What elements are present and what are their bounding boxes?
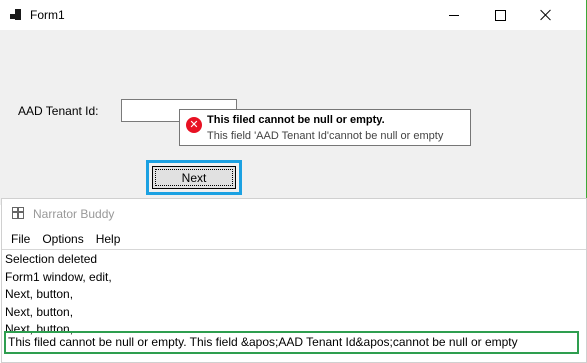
error-icon: ✕ (186, 117, 202, 133)
validation-tooltip: ✕ This filed cannot be null or empty. Th… (179, 109, 471, 146)
form1-titlebar: Form1 (0, 0, 586, 30)
menu-options[interactable]: Options (42, 232, 83, 246)
window-title: Form1 (30, 8, 65, 22)
log-line: Form1 window, edit, (5, 269, 112, 284)
minimize-button[interactable] (431, 0, 477, 30)
tooltip-title: This filed cannot be null or empty. (207, 114, 385, 126)
tooltip-message: This field 'AAD Tenant Id'cannot be null… (207, 130, 444, 142)
next-button[interactable]: Next (152, 166, 236, 189)
app-icon (10, 9, 22, 21)
tenant-id-label: AAD Tenant Id: (18, 104, 99, 118)
form1-window: Form1 AAD Tenant Id: ✕ This filed cannot… (0, 0, 587, 205)
highlighted-log-line: This filed cannot be null or empty. This… (4, 331, 579, 354)
maximize-icon (494, 9, 506, 21)
highlighted-line-text: This filed cannot be null or empty. This… (8, 335, 518, 349)
menu-divider (2, 249, 586, 250)
close-button[interactable] (523, 0, 569, 30)
gift-icon (12, 207, 24, 219)
menu-bar: File Options Help (11, 232, 132, 246)
minimize-icon (449, 14, 459, 16)
menu-file[interactable]: File (11, 232, 30, 246)
menu-help[interactable]: Help (96, 232, 121, 246)
log-line: Selection deleted (5, 252, 98, 266)
maximize-button[interactable] (477, 0, 523, 30)
narrator-buddy-window: Narrator Buddy File Options Help Selecti… (1, 198, 587, 363)
log-line: Next, button, (5, 304, 74, 319)
close-icon (540, 9, 552, 21)
log-line: Next, button, (5, 287, 74, 301)
narration-log: Selection deleted Form1 window, edit, Ne… (5, 251, 585, 339)
narrator-title: Narrator Buddy (33, 207, 115, 221)
next-focus-frame: Next (146, 160, 242, 195)
narrator-titlebar: Narrator Buddy (2, 199, 586, 229)
